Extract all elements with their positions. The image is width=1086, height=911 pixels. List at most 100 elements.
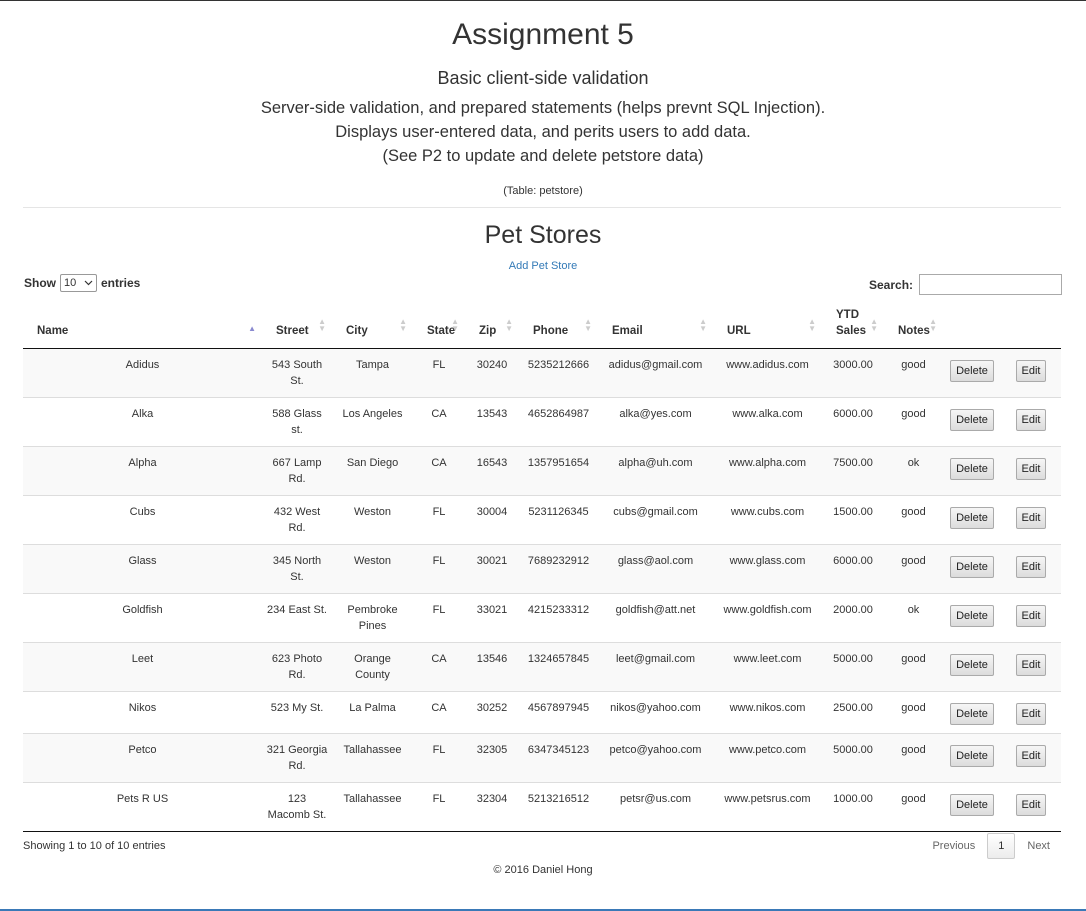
- edit-button[interactable]: Edit: [1015, 409, 1047, 431]
- column-header-delete: [943, 305, 1001, 349]
- cell-sales: 6000.00: [822, 544, 884, 594]
- search-input[interactable]: [919, 274, 1063, 295]
- cell-state: CA: [413, 446, 465, 496]
- cell-street: 345 North St.: [262, 544, 332, 594]
- cell-email: cubs@gmail.com: [598, 495, 713, 545]
- entries-length-control: Show 10 entries: [24, 274, 140, 292]
- cell-notes: good: [884, 733, 943, 783]
- cell-phone: 4215233312: [519, 593, 598, 643]
- delete-button[interactable]: Delete: [950, 745, 994, 767]
- column-header-city[interactable]: City ▲ ▼: [332, 305, 413, 349]
- cell-name: Pets R US: [23, 782, 262, 832]
- cell-sales: 2000.00: [822, 593, 884, 643]
- cell-url: www.petsrus.com: [713, 782, 822, 832]
- cell-edit: Edit: [1001, 593, 1061, 643]
- previous-button[interactable]: Previous: [920, 834, 987, 858]
- table-row: Glass 345 North St. Weston FL 30021 768923291…: [23, 544, 1061, 594]
- pagination: Previous 1 Next: [920, 833, 1062, 859]
- column-header-phone[interactable]: Phone ▲ ▼: [519, 305, 598, 349]
- delete-button[interactable]: Delete: [950, 360, 994, 382]
- entries-select[interactable]: 10: [60, 274, 97, 292]
- add-link-wrapper: Add Pet Store: [0, 260, 1086, 272]
- edit-button[interactable]: Edit: [1015, 794, 1047, 816]
- add-pet-store-link[interactable]: Add Pet Store: [509, 260, 578, 272]
- cell-url: www.alka.com: [713, 397, 822, 447]
- edit-button[interactable]: Edit: [1015, 605, 1047, 627]
- cell-street: 123 Macomb St.: [262, 782, 332, 832]
- cell-url: www.nikos.com: [713, 691, 822, 734]
- cell-notes: good: [884, 642, 943, 692]
- entries-label: entries: [101, 276, 141, 290]
- page-title: Assignment 5: [452, 18, 634, 51]
- sort-icon: ▲ ▼: [584, 317, 592, 333]
- cell-notes: ok: [884, 593, 943, 643]
- cell-zip: 16543: [465, 446, 519, 496]
- cell-phone: 5231126345: [519, 495, 598, 545]
- cell-city: Orange County: [332, 642, 413, 692]
- page-1-button[interactable]: 1: [987, 833, 1016, 859]
- delete-button[interactable]: Delete: [950, 556, 994, 578]
- delete-button[interactable]: Delete: [950, 654, 994, 676]
- table-row: Petco 321 Georgia Rd. Tallahassee FL 32305 63…: [23, 733, 1061, 783]
- cell-delete: Delete: [943, 348, 1001, 398]
- delete-button[interactable]: Delete: [950, 507, 994, 529]
- cell-city: Pembroke Pines: [332, 593, 413, 643]
- cell-url: www.adidus.com: [713, 348, 822, 398]
- cell-sales: 1000.00: [822, 782, 884, 832]
- column-header-email[interactable]: Email ▲ ▼: [598, 305, 713, 349]
- cell-notes: good: [884, 782, 943, 832]
- edit-button[interactable]: Edit: [1015, 360, 1047, 382]
- table-note: (Table: petstore): [503, 185, 583, 197]
- column-header-street[interactable]: Street ▲ ▼: [262, 305, 332, 349]
- cell-city: La Palma: [332, 691, 413, 734]
- cell-notes: good: [884, 691, 943, 734]
- cell-state: FL: [413, 544, 465, 594]
- cell-phone: 5235212666: [519, 348, 598, 398]
- chevron-down-icon: [84, 277, 93, 289]
- cell-url: www.goldfish.com: [713, 593, 822, 643]
- cell-street: 667 Lamp Rd.: [262, 446, 332, 496]
- column-header-notes[interactable]: Notes ▲ ▼: [884, 305, 943, 349]
- cell-edit: Edit: [1001, 642, 1061, 692]
- cell-email: alpha@uh.com: [598, 446, 713, 496]
- column-header-zip[interactable]: Zip ▲ ▼: [465, 305, 519, 349]
- edit-button[interactable]: Edit: [1015, 556, 1047, 578]
- description-line-3: (See P2 to update and delete petstore da…: [382, 147, 704, 165]
- cell-sales: 2500.00: [822, 691, 884, 734]
- delete-button[interactable]: Delete: [950, 605, 994, 627]
- cell-street: 523 My St.: [262, 691, 332, 734]
- cell-phone: 1357951654: [519, 446, 598, 496]
- cell-name: Alka: [23, 397, 262, 447]
- cell-state: FL: [413, 495, 465, 545]
- delete-button[interactable]: Delete: [950, 703, 994, 725]
- cell-street: 623 Photo Rd.: [262, 642, 332, 692]
- cell-city: San Diego: [332, 446, 413, 496]
- column-header-name[interactable]: Name ▲: [23, 305, 262, 349]
- edit-button[interactable]: Edit: [1015, 703, 1047, 725]
- cell-url: www.glass.com: [713, 544, 822, 594]
- cell-notes: good: [884, 397, 943, 447]
- column-header-url[interactable]: URL ▲ ▼: [713, 305, 822, 349]
- table-header-row: Name ▲ Street ▲ ▼ City ▲ ▼ State ▲ ▼ Zip ▲ ▼ Phon…: [23, 305, 1061, 349]
- edit-button[interactable]: Edit: [1015, 745, 1047, 767]
- delete-button[interactable]: Delete: [950, 794, 994, 816]
- search-control: Search:: [869, 274, 1063, 295]
- delete-button[interactable]: Delete: [950, 409, 994, 431]
- cell-zip: 30252: [465, 691, 519, 734]
- edit-button[interactable]: Edit: [1015, 654, 1047, 676]
- cell-sales: 5000.00: [822, 733, 884, 783]
- column-header-state[interactable]: State ▲ ▼: [413, 305, 465, 349]
- column-header-ytd-sales[interactable]: YTD Sales ▲ ▼: [822, 305, 884, 349]
- cell-delete: Delete: [943, 593, 1001, 643]
- edit-button[interactable]: Edit: [1015, 507, 1047, 529]
- cell-url: www.leet.com: [713, 642, 822, 692]
- cell-email: alka@yes.com: [598, 397, 713, 447]
- cell-sales: 7500.00: [822, 446, 884, 496]
- delete-button[interactable]: Delete: [950, 458, 994, 480]
- next-button[interactable]: Next: [1015, 834, 1062, 858]
- column-header-edit: [1001, 305, 1061, 349]
- cell-zip: 30021: [465, 544, 519, 594]
- pet-stores-table: Name ▲ Street ▲ ▼ City ▲ ▼ State ▲ ▼ Zip ▲ ▼ Phon…: [23, 305, 1061, 832]
- cell-edit: Edit: [1001, 446, 1061, 496]
- edit-button[interactable]: Edit: [1015, 458, 1047, 480]
